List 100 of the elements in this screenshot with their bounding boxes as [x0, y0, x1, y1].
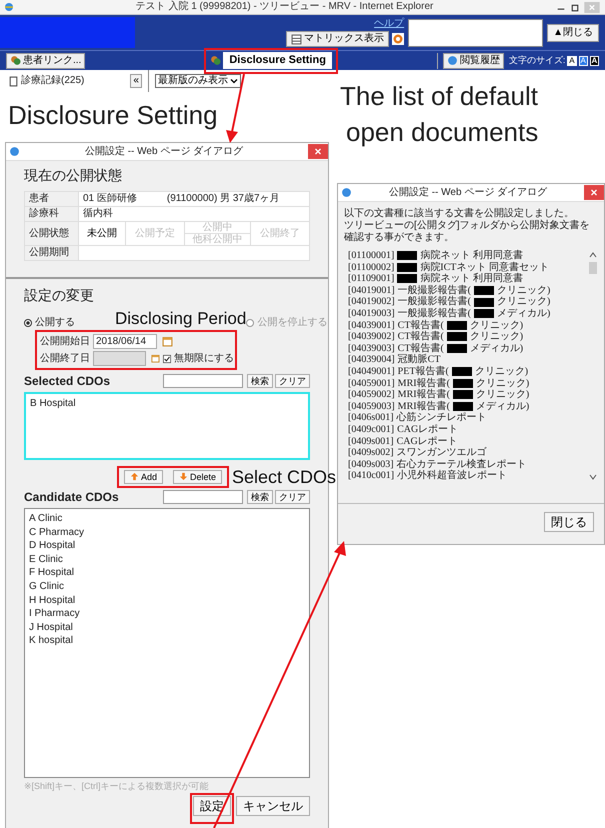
document-name: CAGレポート	[397, 424, 458, 436]
document-code: [04019001]	[348, 284, 395, 296]
document-code: [0406s001]	[348, 412, 394, 424]
document-name: メディカル)	[476, 400, 530, 412]
search-button[interactable]: 検索	[247, 490, 273, 504]
document-name: 一般撮影報告書(	[398, 296, 472, 308]
patient-info: (91100000) 男 37歳7ヶ月	[166, 193, 280, 204]
message-text: 以下の文書種に該当する文書を公開設定しました。	[344, 208, 575, 220]
list-item[interactable]: A Clinic	[29, 512, 305, 526]
help-link[interactable]: ヘルプ	[374, 18, 404, 30]
people-icon	[10, 55, 21, 66]
filter-dropdown[interactable]: 最新版のみ表示	[154, 74, 241, 88]
document-name: 一般撮影報告書(	[398, 284, 472, 296]
table-cell: 公開状態	[24, 222, 78, 246]
list-item[interactable]: E Clinic	[29, 552, 305, 566]
document-code: [04049001]	[348, 366, 395, 378]
checkbox[interactable]	[162, 354, 171, 364]
memo-field[interactable]	[408, 18, 544, 46]
add-button[interactable]: Add	[124, 470, 164, 484]
section-heading: 設定の変更	[24, 287, 94, 303]
close-button[interactable]: ▲閉じる	[547, 24, 599, 42]
clear-button[interactable]: クリア	[275, 374, 310, 388]
browser-logo-icon	[341, 187, 352, 198]
refresh-icon[interactable]	[392, 33, 404, 45]
document-name: CT報告書(	[398, 320, 444, 331]
list-item[interactable]: C Pharmacy	[29, 526, 305, 540]
document-code: [0409s001]	[348, 436, 394, 448]
document-code: [04059003]	[348, 400, 395, 412]
document-code: [04039002]	[348, 331, 395, 343]
disclosure-setting-tab[interactable]: Disclosure Setting	[223, 52, 332, 70]
browser-logo-icon	[9, 146, 20, 157]
list-item[interactable]: H Hospital	[29, 594, 305, 608]
checkbox-label[interactable]: 無期限にする	[174, 352, 234, 364]
annotation-heading: Disclosure Setting	[8, 100, 218, 132]
history-button[interactable]: 閲覧履歴	[442, 52, 504, 68]
document-name: 冠動脈CT	[398, 354, 440, 366]
document-code: [04059001]	[348, 378, 395, 390]
document-code: [0409s002]	[348, 447, 394, 459]
radio-label[interactable]: 公開する	[35, 317, 75, 329]
document-code: [0409s003]	[348, 458, 394, 470]
close-button[interactable]: 閉じる	[544, 512, 594, 532]
document-name: クリニック)	[497, 284, 550, 296]
list-item[interactable]: I Pharmacy	[29, 607, 305, 621]
list-item[interactable]: J Hospital	[29, 620, 305, 634]
table-cell: 患者	[24, 192, 78, 206]
document-name: 右心カテーテル検査レポート	[396, 458, 527, 470]
document-name: CT報告書(	[398, 331, 444, 342]
search-button[interactable]: 検索	[247, 374, 273, 388]
list-item[interactable]: K hospital	[29, 634, 305, 648]
document-name: 小児外科超音波レポート	[397, 470, 508, 482]
list-item[interactable]: B Hospital	[30, 397, 304, 411]
selected-list[interactable]: B Hospital	[24, 392, 310, 460]
list-item[interactable]: G Clinic	[29, 580, 305, 594]
date-field[interactable]: 2018/06/14	[93, 334, 157, 349]
document-code: [04039003]	[348, 342, 395, 354]
list-item[interactable]: F Hospital	[29, 566, 305, 580]
radio-button[interactable]	[24, 319, 32, 327]
document-name: クリニック)	[476, 378, 530, 390]
scrollbar-thumb[interactable]	[589, 262, 597, 274]
cancel-button[interactable]: キャンセル	[236, 796, 310, 816]
section-heading: 現在の公開状態	[24, 167, 123, 185]
collapse-button[interactable]: «	[130, 74, 142, 88]
set-button[interactable]: 設定	[193, 796, 231, 816]
dialog-title: 公開設定 -- Web ページ ダイアログ	[84, 146, 244, 158]
document-code: [01100002]	[348, 262, 394, 274]
up-arrow-icon	[130, 472, 139, 482]
caret-icon	[230, 77, 238, 85]
delete-button[interactable]: Delete	[173, 470, 222, 484]
close-icon[interactable]	[308, 144, 328, 159]
matrix-view-button[interactable]: マトリックス表示	[286, 31, 390, 47]
status-cell: 他科公開中	[184, 234, 250, 246]
table-cell: 循内科	[78, 206, 310, 222]
radio-button[interactable]	[246, 319, 254, 327]
candidate-list[interactable]: A Clinic C Pharmacy D Hospital E Clinic F Hospital G Clinic H Hospital I Pharmacy J Hospital K hospital	[24, 508, 310, 778]
patient-link-button[interactable]: 患者リンク...	[6, 52, 86, 68]
close-icon[interactable]	[584, 185, 604, 200]
list-item[interactable]: D Hospital	[29, 539, 305, 553]
document-name: 病院ICTネット 同意書セット	[420, 262, 549, 273]
annotation-label: Disclosing Period	[115, 309, 246, 329]
document-name: CAGレポート	[396, 436, 458, 448]
scroll-up-icon[interactable]	[588, 250, 598, 260]
font-size-option[interactable]: A	[567, 56, 577, 66]
document-name: PET報告書(	[398, 366, 449, 378]
tree-item[interactable]: 診療記録(225)	[21, 75, 84, 87]
document-name: クリニック)	[470, 320, 524, 332]
hint-text: ※[Shift]キー、[Ctrl]キーによる複数選択が可能	[24, 781, 209, 791]
highlight-frame	[190, 793, 234, 824]
status-cell: 公開中	[184, 222, 250, 234]
people-icon	[210, 55, 222, 66]
document-name: クリニック)	[474, 366, 528, 378]
patient-name: 01 医師研修	[83, 193, 137, 204]
document-name: クリニック)	[470, 331, 524, 343]
annotation-label: Select CDOs	[232, 467, 336, 487]
calendar-icon[interactable]	[162, 336, 173, 347]
search-field[interactable]	[163, 374, 243, 388]
font-size-option[interactable]: A	[590, 56, 599, 66]
clear-button[interactable]: クリア	[275, 490, 310, 504]
font-size-option[interactable]: A	[578, 56, 588, 66]
search-field[interactable]	[163, 490, 243, 504]
field-label: 公開開始日	[40, 336, 90, 348]
